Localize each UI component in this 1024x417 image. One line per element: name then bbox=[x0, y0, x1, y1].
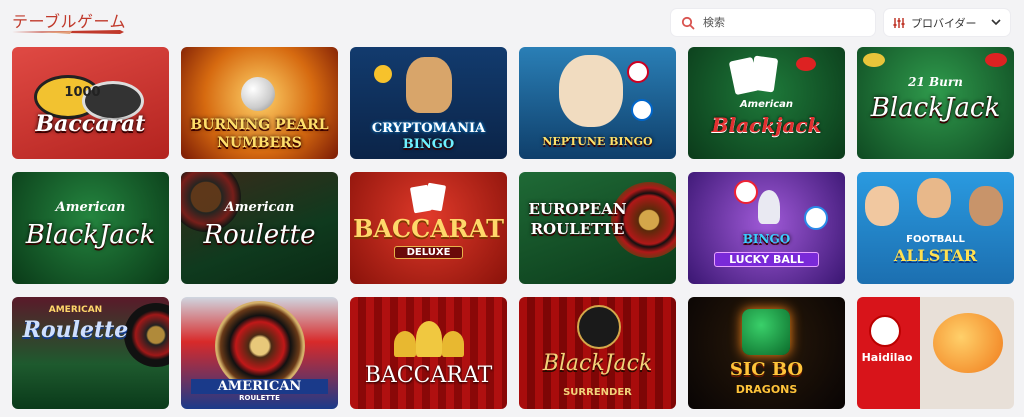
card-decoration bbox=[423, 182, 447, 212]
chip-text: 1000 bbox=[64, 85, 101, 100]
pearl-decoration bbox=[241, 77, 275, 111]
game-title: BlackJack bbox=[25, 220, 156, 250]
game-title: SIC BO bbox=[729, 359, 804, 380]
chip-decoration bbox=[985, 53, 1007, 67]
game-tile-american-blackjack-2[interactable]: American BlackJack bbox=[12, 172, 169, 284]
bingo-ball-decoration bbox=[631, 99, 653, 121]
search-box[interactable] bbox=[671, 9, 875, 36]
search-icon bbox=[681, 16, 695, 29]
game-title: BACCARAT bbox=[353, 214, 504, 243]
bingo-ball-decoration bbox=[804, 206, 828, 230]
dome-decoration bbox=[442, 331, 464, 357]
game-title: EUROPEAN bbox=[528, 200, 627, 218]
provider-dropdown[interactable]: プロバイダー bbox=[884, 9, 1010, 36]
chip-decoration bbox=[796, 57, 816, 71]
game-tile-sic-bo-dragons[interactable]: SIC BO DRAGONS bbox=[688, 297, 845, 409]
game-tile-21-burn-blackjack[interactable]: 21 Burn BlackJack bbox=[857, 47, 1014, 159]
card-decoration bbox=[749, 55, 779, 93]
game-subtitle: SURRENDER bbox=[563, 387, 632, 398]
bingo-ball-decoration bbox=[734, 180, 758, 204]
game-subtitle: DRAGONS bbox=[735, 383, 798, 396]
game-top-label: 21 Burn bbox=[908, 75, 963, 89]
title-underline-decoration bbox=[12, 30, 124, 34]
dome-decoration bbox=[394, 331, 416, 357]
coin-decoration bbox=[374, 65, 392, 83]
game-tile-european-roulette[interactable]: EUROPEAN ROULETTE bbox=[519, 172, 676, 284]
game-tile-cryptomania-bingo[interactable]: CRYPTOMANIA BINGO bbox=[350, 47, 507, 159]
game-top-label: American bbox=[739, 99, 794, 110]
game-subtitle: NUMBERS bbox=[217, 135, 302, 151]
dome-decoration bbox=[416, 321, 442, 357]
game-tile-american-roulette-3[interactable]: AMERICAN ROULETTE bbox=[181, 297, 338, 409]
game-title: BACCARAT bbox=[364, 363, 493, 388]
game-title: NEPTUNE BINGO bbox=[542, 135, 653, 148]
game-title: LUCKY BALL bbox=[714, 252, 819, 267]
game-title: BlackJack bbox=[542, 351, 653, 376]
game-top-label: American bbox=[224, 200, 295, 215]
game-title: CRYPTOMANIA bbox=[371, 121, 486, 136]
game-subtitle: BINGO bbox=[742, 232, 791, 246]
game-title: Roulette bbox=[22, 317, 129, 343]
game-tile-baccarat-deluxe[interactable]: BACCARAT DELUXE bbox=[350, 172, 507, 284]
chip-decoration bbox=[863, 53, 885, 67]
provider-label: プロバイダー bbox=[911, 16, 977, 30]
chevron-down-icon bbox=[991, 19, 1001, 26]
game-subtitle: BINGO bbox=[402, 137, 455, 152]
player-character-decoration bbox=[865, 186, 899, 226]
game-title: Blackjack bbox=[711, 113, 822, 137]
miner-character-decoration bbox=[406, 57, 452, 113]
rocket-decoration bbox=[758, 190, 780, 224]
game-tile-burning-pearl-numbers[interactable]: BURNING PEARL NUMBERS bbox=[181, 47, 338, 159]
bingo-ball-decoration bbox=[627, 61, 649, 83]
game-tile-e-bingo-lucky-ball[interactable]: BINGO LUCKY BALL bbox=[688, 172, 845, 284]
roulette-wheel-decoration bbox=[215, 301, 305, 391]
fish-character-decoration bbox=[933, 313, 1003, 373]
game-tile-neptune-bingo[interactable]: NEPTUNE BINGO bbox=[519, 47, 676, 159]
game-title: Roulette bbox=[203, 220, 316, 250]
game-tile-baccarat-gold[interactable]: BACCARAT bbox=[350, 297, 507, 409]
game-title: ALLSTAR bbox=[893, 246, 978, 265]
game-tile-haidilao[interactable]: Haidilao bbox=[857, 297, 1014, 409]
game-top-label: AMERICAN bbox=[48, 305, 103, 315]
game-tile-american-roulette-2[interactable]: AMERICAN Roulette bbox=[12, 297, 169, 409]
filter-icon bbox=[893, 17, 905, 28]
dice-decoration bbox=[742, 309, 790, 355]
game-top-label: American bbox=[55, 200, 126, 215]
player-character-decoration bbox=[917, 178, 951, 218]
game-subtitle: ROULETTE bbox=[239, 394, 280, 402]
game-tile-blackjack-surrender[interactable]: BlackJack SURRENDER bbox=[519, 297, 676, 409]
neptune-character-decoration bbox=[559, 55, 623, 127]
section-header: テーブルゲーム プロバイダー bbox=[0, 0, 1024, 44]
game-subtitle: ROULETTE bbox=[530, 220, 625, 238]
player-character-decoration bbox=[969, 186, 1003, 226]
spade-emblem-decoration bbox=[577, 305, 621, 349]
game-title: Baccarat bbox=[35, 111, 146, 137]
haidilao-logo-icon bbox=[869, 315, 901, 347]
game-tile-football-allstar[interactable]: FOOTBALL ALLSTAR bbox=[857, 172, 1014, 284]
game-tile-american-roulette-1[interactable]: American Roulette bbox=[181, 172, 338, 284]
game-tile-baccarat[interactable]: 1000 Baccarat bbox=[12, 47, 169, 159]
game-top-label: FOOTBALL bbox=[906, 234, 965, 245]
game-title: AMERICAN bbox=[191, 379, 328, 394]
game-title: Haidilao bbox=[861, 351, 913, 364]
game-title: BURNING PEARL bbox=[190, 117, 329, 133]
game-title: BlackJack bbox=[870, 93, 1001, 123]
search-input[interactable] bbox=[701, 15, 875, 30]
game-tile-american-blackjack-1[interactable]: American Blackjack bbox=[688, 47, 845, 159]
game-subtitle: DELUXE bbox=[394, 246, 463, 259]
